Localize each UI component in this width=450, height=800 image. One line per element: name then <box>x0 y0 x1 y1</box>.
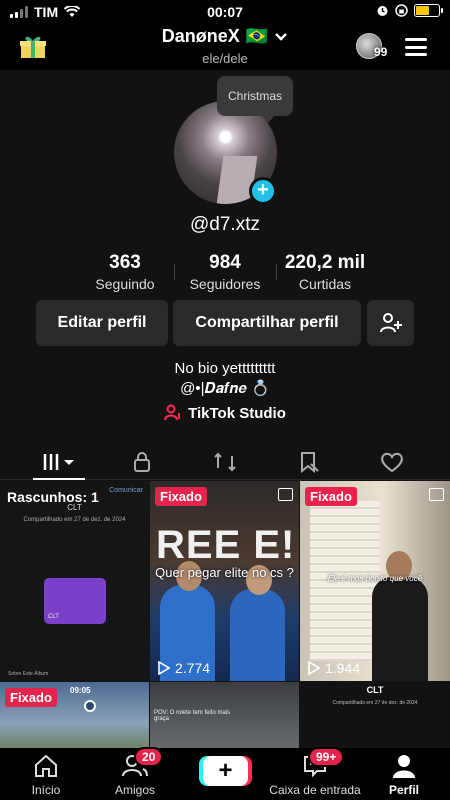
share-profile-button[interactable]: Compartilhar perfil <box>173 300 361 346</box>
content-tabs <box>0 444 450 480</box>
active-tab-indicator <box>33 478 85 480</box>
nav-label: Amigos <box>114 783 155 797</box>
add-friend-button[interactable] <box>367 300 414 346</box>
pinned-badge: Fixado <box>155 487 207 506</box>
orientation-lock-icon <box>395 4 408 17</box>
stat-label: Curtidas <box>298 276 352 292</box>
studio-icon <box>164 404 181 421</box>
video-thumbnail[interactable]: Fixado Ele é mos bonito que você 1.944 <box>300 481 450 681</box>
tiktok-studio-link[interactable]: TikTok Studio <box>0 404 450 422</box>
tab-liked[interactable] <box>362 444 422 480</box>
play-icon <box>158 661 170 675</box>
grid-icon <box>43 454 74 470</box>
bookmark-icon <box>301 452 319 473</box>
photo-icon <box>429 488 444 501</box>
create-button[interactable]: + <box>203 756 248 786</box>
video-thumbnail[interactable]: REE E! Fixado Quer pegar elite no cs ? 2… <box>150 481 299 681</box>
video-grid: Rascunhos: 1 Comunicar CLT Compartilhado… <box>0 481 450 751</box>
chevron-down-icon <box>275 32 288 41</box>
drafts-card-label: CLT <box>48 614 59 620</box>
stat-followers[interactable]: 984 Seguidores <box>170 252 280 292</box>
stat-likes[interactable]: 220,2 mil Curtidas <box>270 252 380 292</box>
account-avatar-count: 99 <box>374 45 388 59</box>
drafts-action: Comunicar <box>109 487 143 494</box>
bio-line: @•|𝑫𝒂𝒇𝒏𝒆 💍 <box>180 380 270 397</box>
view-count: 2.774 <box>158 660 210 676</box>
drafts-clt: CLT <box>67 503 82 512</box>
profile-handle: @d7.xtz <box>190 214 260 235</box>
video-banner-text: REE E! <box>156 523 296 567</box>
username: DanøneX <box>161 26 240 46</box>
video-thumbnail[interactable]: POV: O rolete tem feito mais graça <box>150 682 299 751</box>
pinned-badge: Fixado <box>305 487 357 506</box>
video-caption: POV: O rolete tem feito mais graça <box>154 710 231 722</box>
view-count-value: 1.944 <box>325 660 361 676</box>
video-thumbnail[interactable]: CLT Compartilhado em 27 de dez. de 2024 <box>300 682 450 751</box>
view-count: 1.944 <box>308 660 360 676</box>
drafts-shared: Compartilhado em 27 de dez. de 2024 <box>23 517 126 523</box>
video-caption: Ele é mos bonito que você <box>327 574 423 583</box>
edit-profile-button[interactable]: Editar perfil <box>36 300 168 346</box>
tab-private[interactable] <box>112 444 172 480</box>
person-figure <box>372 577 428 681</box>
stat-label: Seguidores <box>189 276 261 292</box>
add-story-button[interactable]: + <box>249 177 277 205</box>
avatar-tooltip: Christmas <box>217 76 293 123</box>
stat-value: 220,2 mil <box>284 252 366 273</box>
stat-value: 984 <box>209 252 241 273</box>
photo-icon <box>278 488 293 501</box>
bottom-nav: Início Amigos 20 + Caixa de entrada 99+ … <box>0 747 450 800</box>
tab-reposts[interactable] <box>195 444 255 480</box>
tab-favorites[interactable] <box>279 444 339 480</box>
drafts-tile[interactable]: Rascunhos: 1 Comunicar CLT Compartilhado… <box>0 481 149 681</box>
menu-icon[interactable] <box>405 38 427 56</box>
studio-label: TikTok Studio <box>188 404 286 422</box>
profile-icon <box>393 755 415 778</box>
video-time: 09:05 <box>70 686 91 695</box>
drafts-footer: Sobre Este Álbum <box>8 671 49 677</box>
tab-videos[interactable] <box>29 444 89 480</box>
home-icon <box>35 754 57 777</box>
drafts-card: CLT <box>44 578 106 624</box>
profile-header: DanøneX 🇧🇷 ele/dele 99 <box>0 24 450 70</box>
notification-badge: 20 <box>134 747 164 767</box>
pinned-badge: Fixado <box>5 688 57 707</box>
view-count-value: 2.774 <box>175 660 211 676</box>
battery-icon <box>414 4 443 17</box>
country-flag: 🇧🇷 <box>245 26 269 46</box>
nav-profile[interactable]: Perfil <box>384 754 424 797</box>
repost-icon <box>214 452 236 472</box>
stat-label: Seguindo <box>95 276 155 292</box>
nav-home[interactable]: Início <box>26 754 66 797</box>
username-switcher[interactable]: DanøneX 🇧🇷 <box>0 26 450 47</box>
add-user-icon <box>379 313 402 333</box>
bio-line: No bio yettttttttt <box>174 360 276 377</box>
video-clt: CLT <box>366 685 384 695</box>
nav-label: Perfil <box>388 783 419 797</box>
player-figure <box>230 589 285 681</box>
profile-stats: 363 Seguindo 984 Seguidores 220,2 mil Cu… <box>0 252 450 296</box>
notification-badge: 99+ <box>308 747 345 767</box>
heart-icon <box>381 452 403 473</box>
nav-label: Caixa de entrada <box>269 783 361 797</box>
alarm-icon <box>377 6 388 16</box>
play-icon <box>308 661 320 675</box>
nav-label: Início <box>31 783 61 797</box>
status-bar: TIM 00:07 <box>0 0 450 24</box>
stat-following[interactable]: 363 Seguindo <box>70 252 180 292</box>
stat-value: 363 <box>109 252 141 273</box>
video-shared: Compartilhado em 27 de dez. de 2024 <box>332 700 418 706</box>
lock-icon <box>134 452 150 472</box>
map-pin-icon <box>84 700 96 712</box>
video-thumbnail[interactable]: Fixado 09:05 <box>0 682 149 751</box>
video-caption: Quer pegar elite no cs ? <box>155 565 294 580</box>
